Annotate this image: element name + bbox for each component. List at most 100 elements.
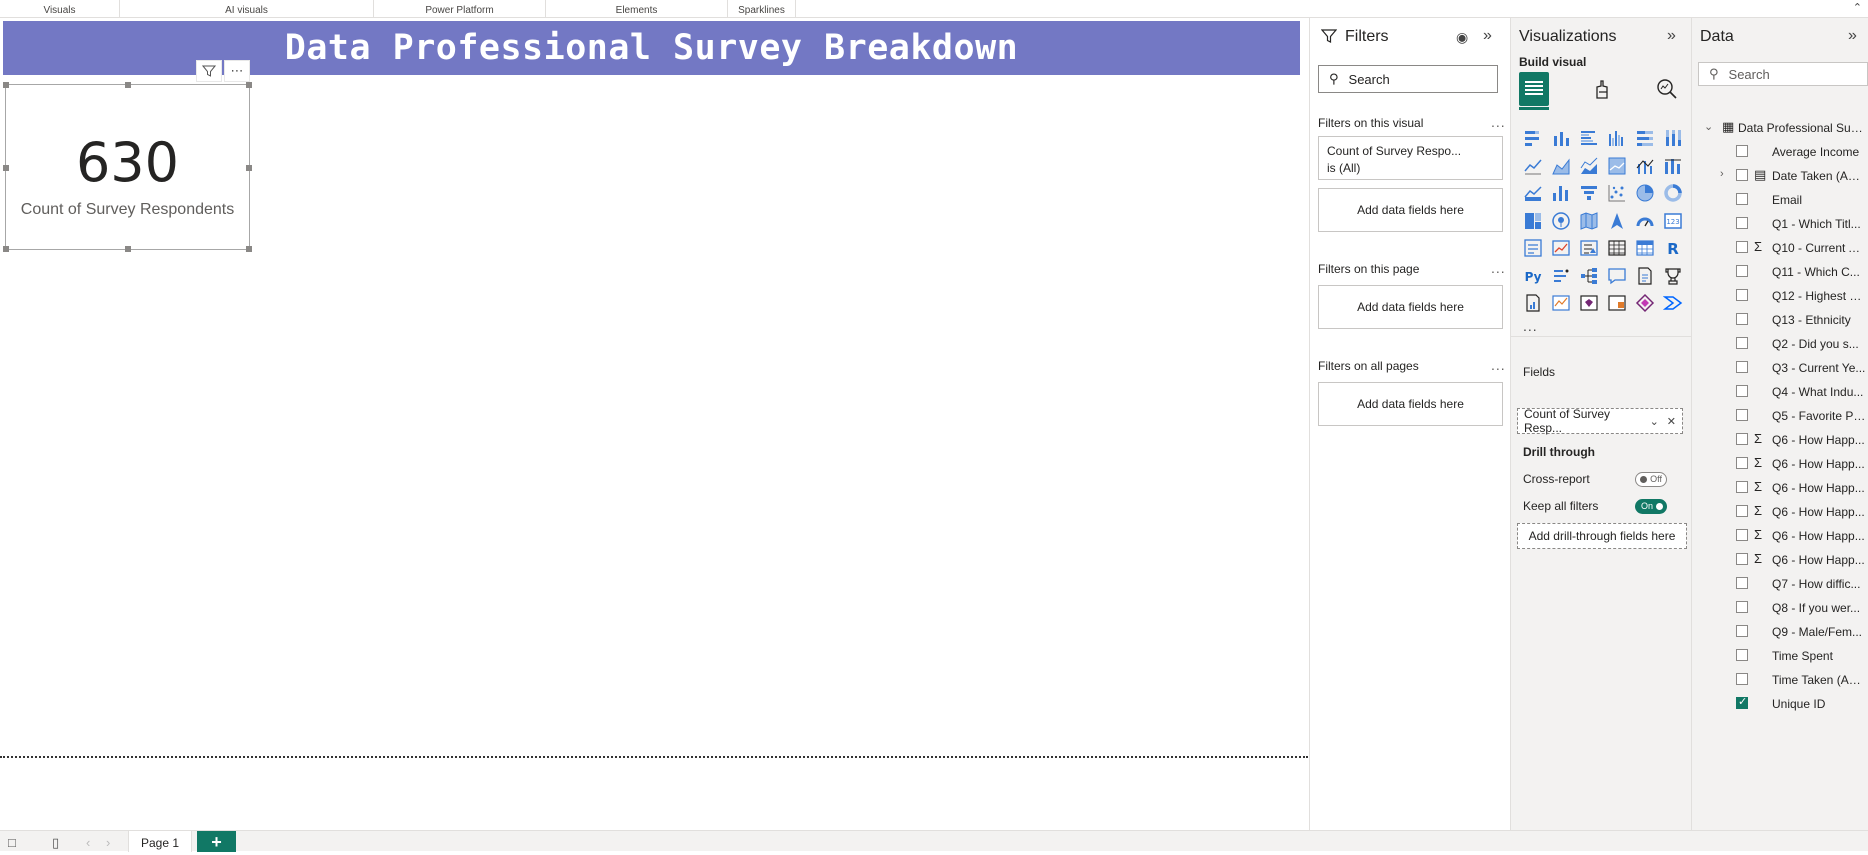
data-field-row[interactable]: Q2 - Did you s... [1692,332,1868,356]
data-field-row[interactable]: Q11 - Which C... [1692,260,1868,284]
line-and-stacked-column-chart-icon[interactable] [1605,154,1629,178]
data-field-row[interactable]: Email [1692,188,1868,212]
azure-map-icon[interactable] [1605,209,1629,233]
data-field-row[interactable]: Σ Q6 - How Happ... [1692,548,1868,572]
cross-report-toggle[interactable]: Off [1635,472,1667,487]
field-checkbox[interactable] [1736,337,1748,349]
data-field-row[interactable]: Σ Q6 - How Happ... [1692,524,1868,548]
data-field-row[interactable]: Q7 - How diffic... [1692,572,1868,596]
data-field-row[interactable]: Q4 - What Indu... [1692,380,1868,404]
more-visuals-icon[interactable]: ... [1523,318,1538,334]
matrix-icon[interactable] [1633,236,1657,260]
field-checkbox[interactable] [1736,361,1748,373]
area-chart-icon[interactable] [1549,154,1573,178]
power-apps-diamond-icon[interactable] [1633,291,1657,315]
field-checkbox[interactable] [1736,313,1748,325]
kpi-icon[interactable] [1549,236,1573,260]
waterfall-chart-icon[interactable] [1521,181,1545,205]
filters-search-input[interactable]: ⚲ Search [1318,65,1498,93]
field-checkbox[interactable] [1736,193,1748,205]
data-field-row[interactable]: › ▤ Date Taken (Am... [1692,164,1868,188]
card-icon[interactable]: 123 [1661,209,1685,233]
key-influencers-icon[interactable] [1549,264,1573,288]
data-search-input[interactable]: ⚲ Search [1698,62,1868,86]
100-stacked-bar-chart-icon[interactable] [1633,126,1657,150]
map-icon[interactable] [1549,209,1573,233]
stacked-column-chart-icon[interactable] [1549,126,1573,150]
collapse-data-icon[interactable]: » [1848,27,1857,45]
format-visual-icon[interactable] [1587,72,1617,106]
field-checkbox[interactable] [1736,217,1748,229]
field-checkbox[interactable] [1736,695,1748,709]
100-stacked-column-chart-icon[interactable] [1661,126,1685,150]
filled-map-icon[interactable] [1577,209,1601,233]
chevron-down-icon[interactable]: ⌄ [1704,120,1713,133]
collapse-visualizations-icon[interactable]: » [1667,27,1676,45]
field-checkbox[interactable] [1736,601,1748,613]
field-checkbox[interactable] [1736,409,1748,421]
resize-handle[interactable] [3,82,9,88]
chevron-down-icon[interactable]: ⌄ [1650,415,1659,428]
paginated-report-icon[interactable] [1521,291,1545,315]
drill-through-dropzone[interactable]: Add drill-through fields here [1517,523,1687,549]
visual-add-fields-dropzone[interactable]: Add data fields here [1318,188,1503,232]
pie-chart-icon[interactable] [1633,181,1657,205]
field-checkbox[interactable] [1736,481,1748,493]
python-visual-icon[interactable]: Py [1521,264,1545,288]
field-checkbox[interactable] [1736,457,1748,469]
data-field-row[interactable]: Σ Q6 - How Happ... [1692,428,1868,452]
data-field-row[interactable]: Σ Q6 - How Happ... [1692,476,1868,500]
clustered-column-chart-icon[interactable] [1605,126,1629,150]
field-checkbox[interactable] [1736,265,1748,277]
page-tab-page-1[interactable]: Page 1 [128,831,192,852]
stacked-bar-chart-icon[interactable] [1521,126,1545,150]
stacked-area-chart-icon[interactable] [1577,154,1601,178]
funnel-chart-icon[interactable] [1577,181,1601,205]
page-add-fields-dropzone[interactable]: Add data fields here [1318,285,1503,329]
treemap-icon[interactable] [1521,209,1545,233]
field-checkbox[interactable] [1736,577,1748,589]
data-field-row[interactable]: Q8 - If you wer... [1692,596,1868,620]
analytics-icon[interactable] [1652,72,1682,106]
data-field-row[interactable]: Q5 - Favorite Pr... [1692,404,1868,428]
add-page-button[interactable]: + [197,831,236,852]
field-checkbox[interactable] [1736,145,1748,157]
arcgis-map-icon[interactable] [1549,291,1573,315]
collapse-filters-icon[interactable]: » [1483,27,1492,45]
field-checkbox[interactable] [1736,169,1748,181]
visual-filter-icon[interactable] [196,60,222,82]
power-automate-icon[interactable] [1605,291,1629,315]
data-field-row[interactable]: Q3 - Current Ye... [1692,356,1868,380]
field-checkbox[interactable] [1736,529,1748,541]
next-page-icon[interactable]: › [106,835,110,850]
data-field-row[interactable]: Σ Q6 - How Happ... [1692,500,1868,524]
keep-all-filters-toggle[interactable]: On [1635,499,1667,514]
slicer-icon[interactable] [1577,236,1601,260]
data-field-row[interactable]: Σ Q10 - Current A... [1692,236,1868,260]
more-options-icon[interactable]: ⋯ [224,60,250,82]
resize-handle[interactable] [125,82,131,88]
data-field-row[interactable]: Time Taken (Am... [1692,668,1868,692]
field-checkbox[interactable] [1736,241,1748,253]
data-field-row[interactable]: Q13 - Ethnicity [1692,308,1868,332]
previous-page-icon[interactable]: ‹ [86,835,90,850]
data-field-row[interactable]: Q1 - Which Titl... [1692,212,1868,236]
column-chart-variant-icon[interactable] [1549,181,1573,205]
resize-handle[interactable] [125,246,131,252]
line-and-clustered-column-chart-icon[interactable] [1633,154,1657,178]
metrics-icon[interactable] [1661,264,1685,288]
ribbon-chart-icon[interactable] [1661,154,1685,178]
field-checkbox[interactable] [1736,505,1748,517]
field-checkbox[interactable] [1736,649,1748,661]
clustered-bar-chart-icon[interactable] [1577,126,1601,150]
eye-icon[interactable]: ◉ [1456,29,1468,46]
add-fields-tab-icon[interactable] [1519,72,1549,110]
data-field-row[interactable]: Average Income [1692,140,1868,164]
report-canvas[interactable]: Data Professional Survey Breakdown ⋯ 630… [0,18,1310,830]
field-well-count-of-survey-respondents[interactable]: Count of Survey Resp... ⌄ ✕ [1517,407,1683,435]
data-field-row[interactable]: Σ Q6 - How Happ... [1692,452,1868,476]
field-checkbox[interactable] [1736,433,1748,445]
data-field-row[interactable]: Unique ID [1692,692,1868,716]
decomposition-tree-icon[interactable] [1577,264,1601,288]
donut-chart-icon[interactable] [1661,181,1685,205]
